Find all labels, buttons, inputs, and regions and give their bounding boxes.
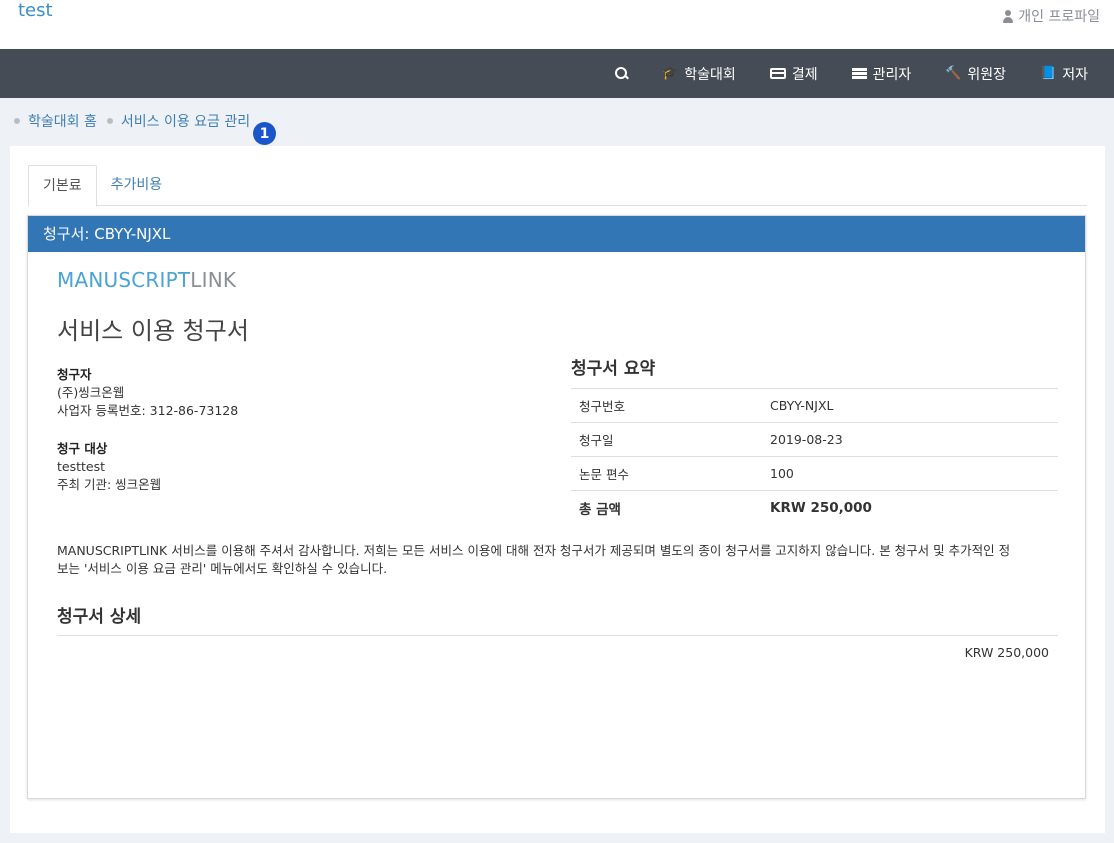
invoice-panel-header: 청구서: CBYY-NJXL	[28, 216, 1085, 252]
breadcrumb: 학술대회 홈 서비스 이용 요금 관리 1	[0, 98, 1114, 145]
nav-item-payment[interactable]: 결제	[769, 64, 818, 84]
summary-row: 청구일 2019-08-23	[571, 423, 1058, 457]
nav-label: 저자	[1062, 66, 1088, 83]
summary-row: 논문 편수 100	[571, 457, 1058, 491]
billing-parties: 청구자 (주)씽크온웹 사업자 등록번호: 312-86-73128 청구 대상…	[57, 366, 238, 494]
breadcrumb-label: 학술대회 홈	[28, 114, 97, 130]
main-navbar: 🎓 학술대회 결제 관리자 🔨 위원장 📘 저자	[0, 49, 1114, 98]
credit-card-icon	[769, 68, 786, 79]
invoice-detail-amount: KRW 250,000	[964, 645, 1049, 660]
main-content: 기본료 추가비용 청구서: CBYY-NJXL MANUSCRIPTLINK 서…	[10, 146, 1105, 833]
bill-to-organization: 주최 기관: 씽크온웹	[57, 477, 162, 492]
user-icon	[1002, 9, 1014, 23]
summary-row-total: 총 금액 KRW 250,000	[579, 500, 872, 518]
invoice-panel: 청구서: CBYY-NJXL MANUSCRIPTLINK 서비스 이용 청구서…	[27, 215, 1086, 799]
search-button[interactable]	[615, 67, 628, 80]
nav-label: 결제	[791, 66, 818, 83]
step-marker-badge: 1	[253, 122, 276, 145]
manuscriptlink-logo: MANUSCRIPTLINK	[57, 268, 237, 292]
invoice-title: 서비스 이용 청구서	[57, 317, 249, 345]
bullet-icon	[14, 118, 20, 124]
profile-label: 개인 프로파일	[1018, 9, 1100, 25]
nav-item-chair[interactable]: 🔨 위원장	[945, 64, 1006, 84]
tab-bar: 기본료 추가비용	[28, 165, 1087, 207]
nav-label: 학술대회	[684, 66, 736, 83]
brand-link[interactable]: test	[18, 0, 53, 21]
gavel-icon: 🔨	[945, 66, 962, 81]
breadcrumb-item-home[interactable]: 학술대회 홈	[14, 111, 97, 131]
bill-to-name: testtest	[57, 459, 106, 474]
nav-item-conference[interactable]: 🎓 학술대회	[662, 64, 736, 84]
nav-item-admin[interactable]: 관리자	[851, 64, 912, 84]
biller-name: (주)씽크온웹	[57, 385, 125, 400]
nav-item-author[interactable]: 📘 저자	[1040, 64, 1088, 84]
summary-title: 청구서 요약	[571, 354, 1058, 389]
profile-link[interactable]: 개인 프로파일	[1002, 6, 1100, 26]
breadcrumb-label: 서비스 이용 요금 관리	[120, 114, 251, 130]
invoice-detail-title: 청구서 상세	[57, 602, 1058, 636]
search-icon	[615, 67, 628, 80]
tab-additional-cost[interactable]: 추가비용	[97, 165, 177, 206]
invoice-summary: 청구서 요약 청구번호 CBYY-NJXL 청구일 2019-08-23 논문 …	[571, 354, 1058, 525]
nav-label: 위원장	[967, 66, 1007, 83]
summary-row: 청구번호 CBYY-NJXL	[571, 389, 1058, 423]
biller-label: 청구자	[57, 367, 92, 382]
bullet-icon	[106, 118, 113, 124]
invoice-notice: MANUSCRIPTLINK 서비스를 이용해 주셔서 감사합니다. 저희는 모…	[57, 543, 1011, 576]
bill-to-label: 청구 대상	[57, 441, 108, 456]
top-bar: test 개인 프로파일	[0, 0, 1114, 49]
breadcrumb-item-fee-management[interactable]: 서비스 이용 요금 관리	[106, 111, 251, 131]
tab-base-fee[interactable]: 기본료	[28, 165, 97, 207]
graduation-cap-icon: 🎓	[662, 66, 679, 81]
nav-label: 관리자	[872, 66, 912, 83]
book-icon: 📘	[1040, 66, 1057, 81]
server-icon	[851, 68, 867, 79]
biller-registration: 사업자 등록번호: 312-86-73128	[57, 403, 239, 418]
